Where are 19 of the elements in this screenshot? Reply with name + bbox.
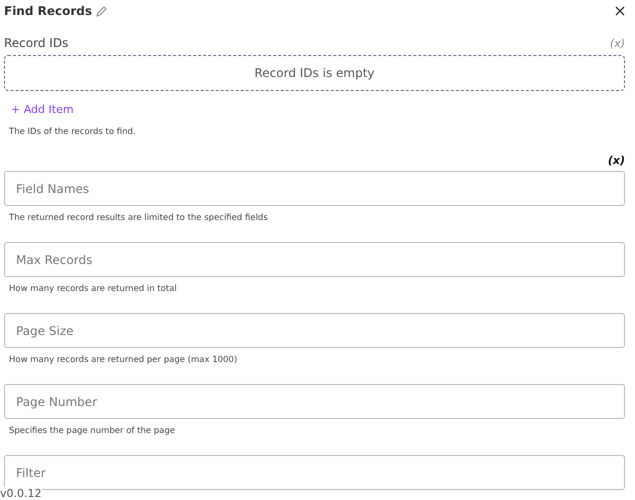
variable-toggle[interactable]: (x) — [608, 154, 625, 169]
panel-title: Find Records — [4, 4, 92, 18]
version-label: v0.0.12 — [0, 487, 42, 500]
input-field[interactable]: Page Size — [4, 313, 625, 348]
input-field[interactable]: Filter — [4, 455, 625, 490]
field-description: Specifies the page number of the page — [9, 426, 176, 438]
field-description: The IDs of the records to find. — [9, 127, 137, 139]
input-field[interactable]: Field Names — [4, 171, 625, 206]
close-icon[interactable] — [615, 6, 625, 16]
field-description: How many records are returned per page (max 1000) — [9, 355, 238, 367]
input-field[interactable]: Max Records — [4, 242, 625, 277]
empty-list-box: Record IDs is empty — [4, 55, 625, 91]
variable-toggle[interactable]: (x) — [610, 36, 625, 50]
field-description: The returned record results are limited to the specified fields — [9, 213, 269, 225]
input-field[interactable]: Page Number — [4, 384, 625, 419]
pencil-icon[interactable] — [96, 6, 108, 16]
add-item-link[interactable]: + Add Item — [11, 103, 74, 116]
field-label: Record IDs — [4, 36, 68, 50]
field-description: How many records are returned in total — [9, 284, 178, 296]
